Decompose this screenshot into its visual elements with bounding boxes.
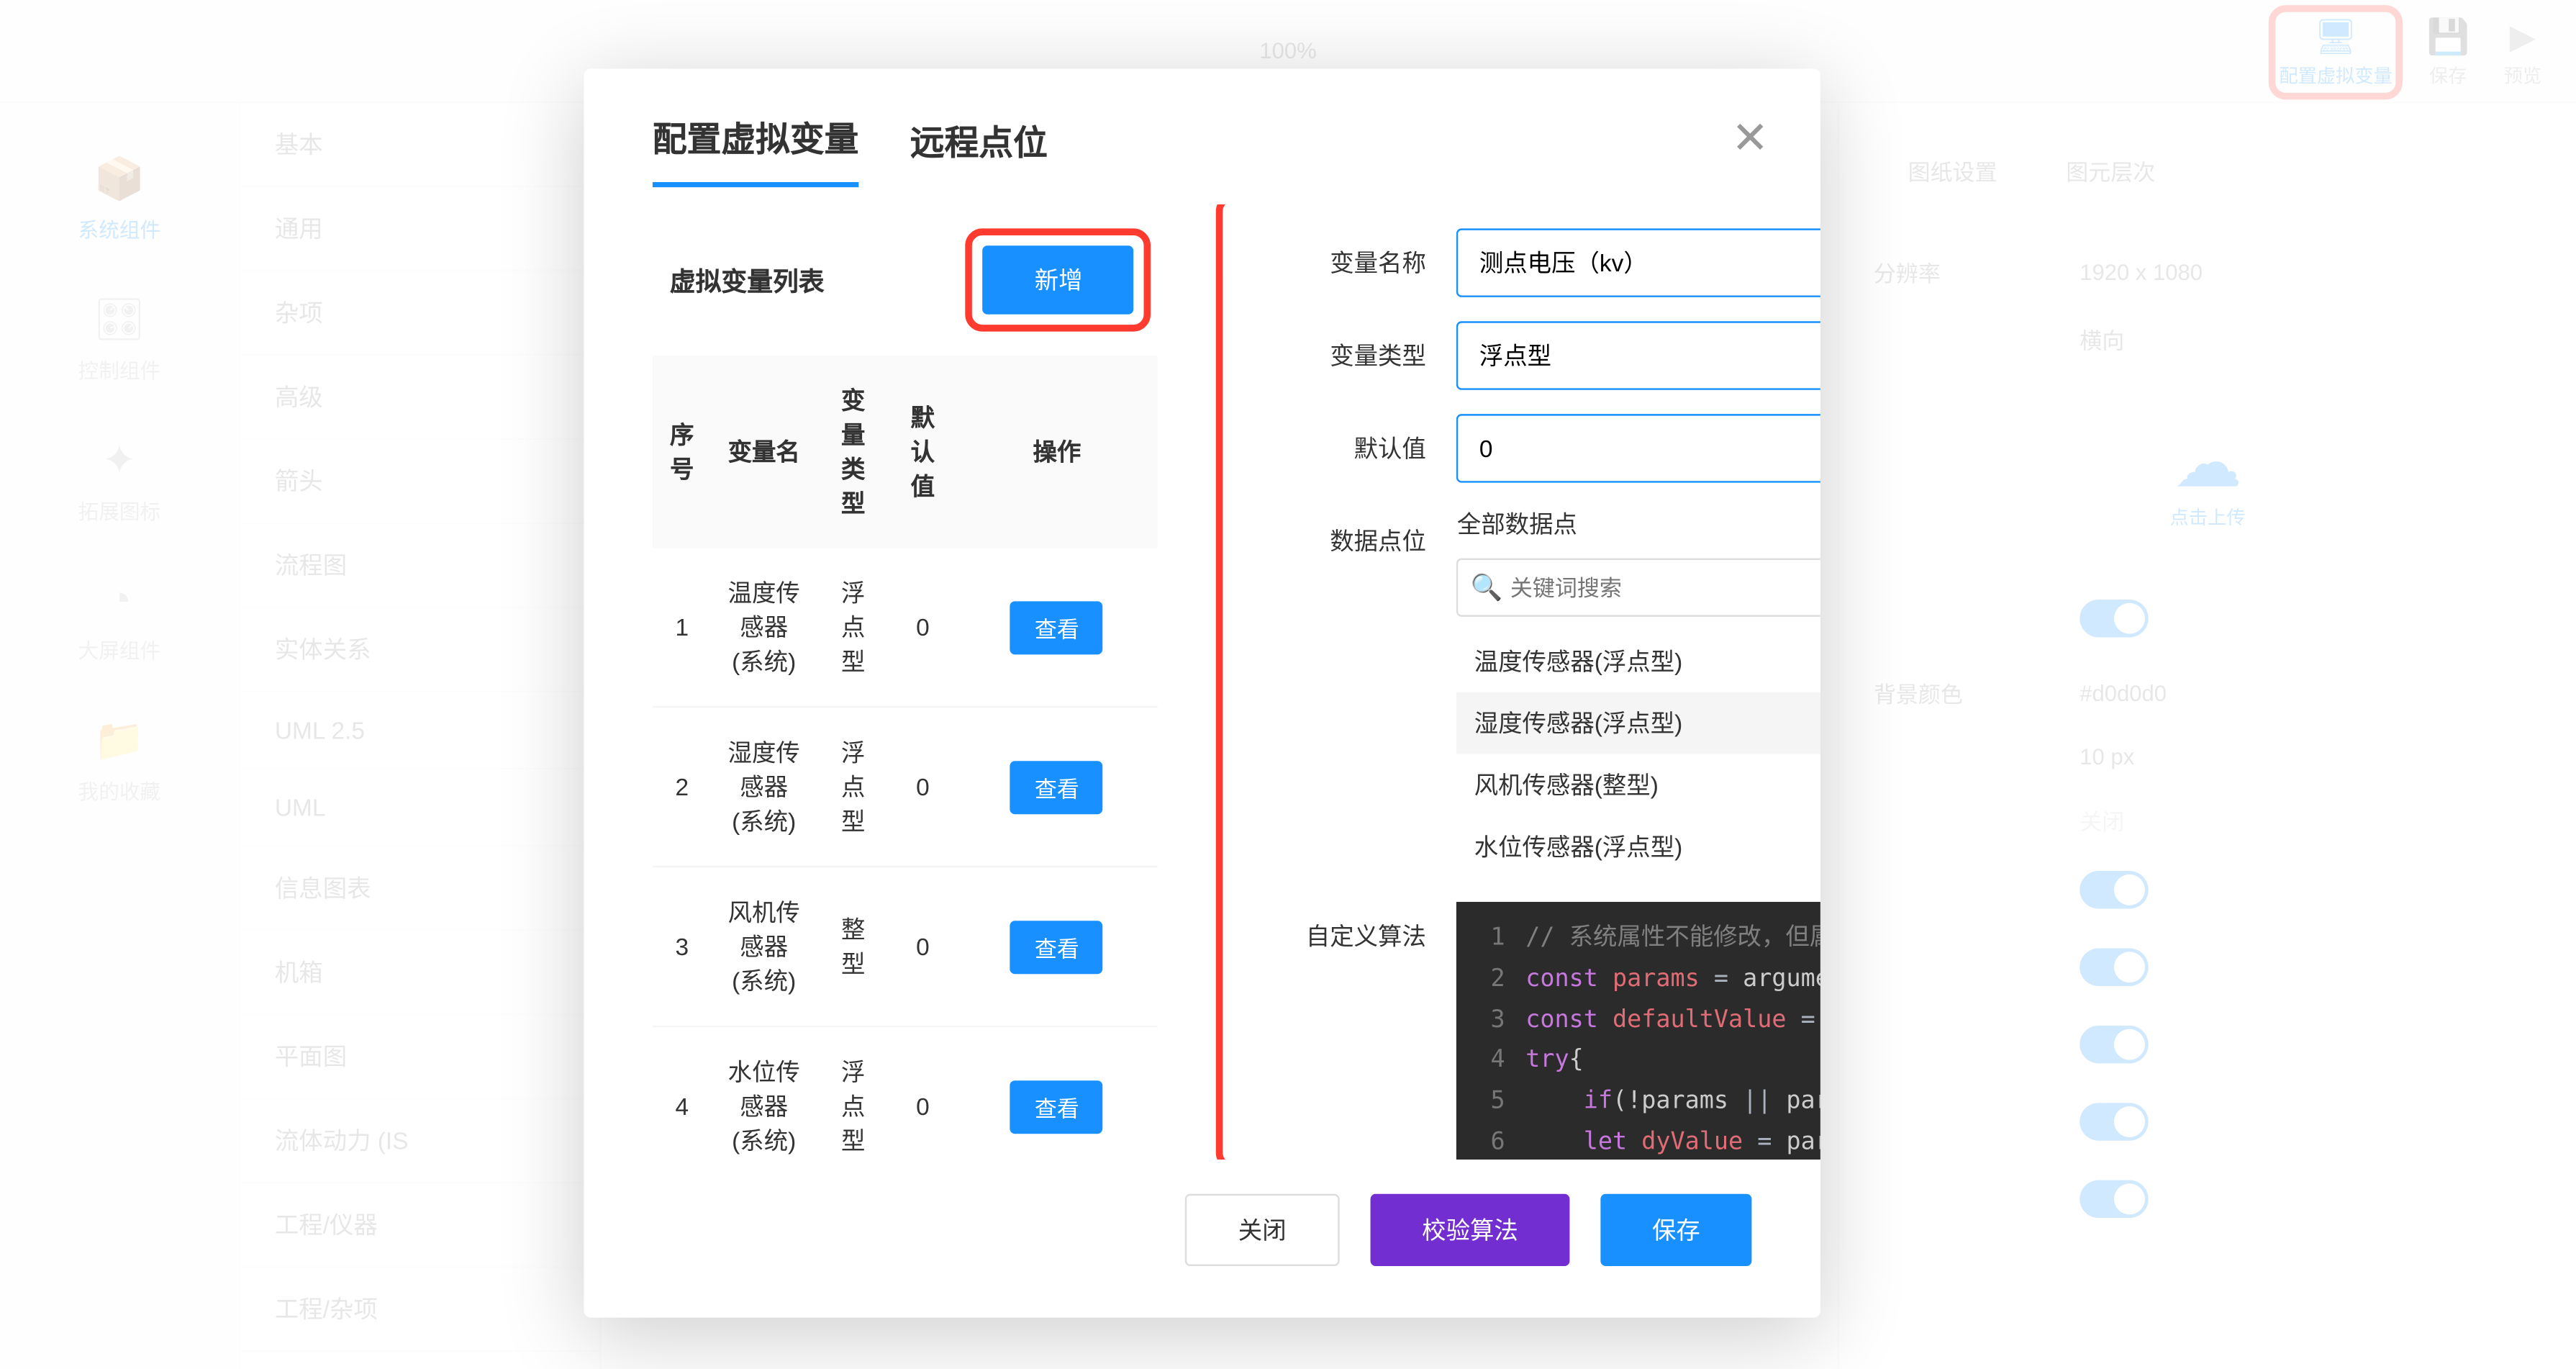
table-row: 3风机传感器(系统)整型0查看 bbox=[653, 867, 1158, 1026]
config-vars-modal: 配置虚拟变量 远程点位 ✕ 虚拟变量列表 新增 序号 变量名 变量类型 默认值 … bbox=[584, 68, 1820, 1317]
view-button[interactable]: 查看 bbox=[1010, 1080, 1103, 1133]
footer-verify-button[interactable]: 校验算法 bbox=[1371, 1194, 1570, 1266]
col-name: 变量名 bbox=[712, 356, 817, 548]
data-point-item[interactable]: 风机传感器(整型) bbox=[1457, 754, 1820, 816]
table-row: 1温度传感器(系统)浮点型0查看 bbox=[653, 548, 1158, 707]
search-icon: 🔍 bbox=[1471, 572, 1503, 603]
tab-remote-points[interactable]: 远程点位 bbox=[910, 114, 1048, 185]
algorithm-editor[interactable]: 1// 系统属性不能修改，但属性值原路返回2const params = arg… bbox=[1457, 902, 1820, 1160]
table-row: 4水位传感器(系统)浮点型0查看 bbox=[653, 1026, 1158, 1160]
list-title: 虚拟变量列表 bbox=[670, 262, 825, 298]
modal-header: 配置虚拟变量 远程点位 ✕ bbox=[584, 68, 1820, 204]
table-row: 2湿度传感器(系统)浮点型0查看 bbox=[653, 707, 1158, 867]
vars-table: 序号 变量名 变量类型 默认值 操作 1温度传感器(系统)浮点型0查看2湿度传感… bbox=[653, 356, 1158, 1160]
add-button[interactable]: 新增 bbox=[983, 245, 1134, 314]
data-point-item[interactable]: 湿度传感器(浮点型) bbox=[1457, 692, 1820, 754]
close-icon[interactable]: ✕ bbox=[1731, 112, 1769, 165]
algorithm-label: 自定义算法 bbox=[1251, 902, 1456, 954]
modal-footer: 关闭 校验算法 保存 bbox=[584, 1160, 1820, 1318]
data-point-item[interactable]: 温度传感器(浮点型) bbox=[1457, 631, 1820, 692]
col-default: 默认值 bbox=[890, 356, 956, 548]
data-point-item[interactable]: 水位传感器(浮点型) bbox=[1457, 816, 1820, 878]
footer-close-button[interactable]: 关闭 bbox=[1185, 1194, 1340, 1266]
var-type-select[interactable] bbox=[1457, 321, 1820, 389]
col-ops: 操作 bbox=[956, 356, 1158, 548]
var-default-label: 默认值 bbox=[1251, 414, 1456, 466]
view-button[interactable]: 查看 bbox=[1010, 760, 1103, 813]
col-index: 序号 bbox=[653, 356, 712, 548]
all-data-points: 全部数据点 🔍 温度传感器(浮点型)湿度传感器(浮点型)风机传感器(整型)水位传… bbox=[1457, 507, 1820, 878]
footer-save-button[interactable]: 保存 bbox=[1600, 1194, 1751, 1266]
var-type-label: 变量类型 bbox=[1251, 321, 1456, 373]
var-name-input[interactable] bbox=[1457, 228, 1820, 297]
var-name-label: 变量名称 bbox=[1251, 228, 1456, 280]
tab-config-virtual-vars[interactable]: 配置虚拟变量 bbox=[653, 112, 858, 187]
virtual-vars-list-pane: 虚拟变量列表 新增 序号 变量名 变量类型 默认值 操作 1温度传感器(系统)浮… bbox=[653, 204, 1158, 1160]
data-point-search[interactable] bbox=[1457, 559, 1820, 617]
view-button[interactable]: 查看 bbox=[1010, 600, 1103, 654]
view-button[interactable]: 查看 bbox=[1010, 920, 1103, 973]
col-type: 变量类型 bbox=[817, 356, 890, 548]
var-edit-form: 变量名称 变量类型 ▾ 默认值 ▲▼ 数据点位 bbox=[1227, 204, 1820, 1160]
data-points-label: 数据点位 bbox=[1251, 507, 1456, 559]
var-default-input[interactable] bbox=[1457, 414, 1820, 482]
